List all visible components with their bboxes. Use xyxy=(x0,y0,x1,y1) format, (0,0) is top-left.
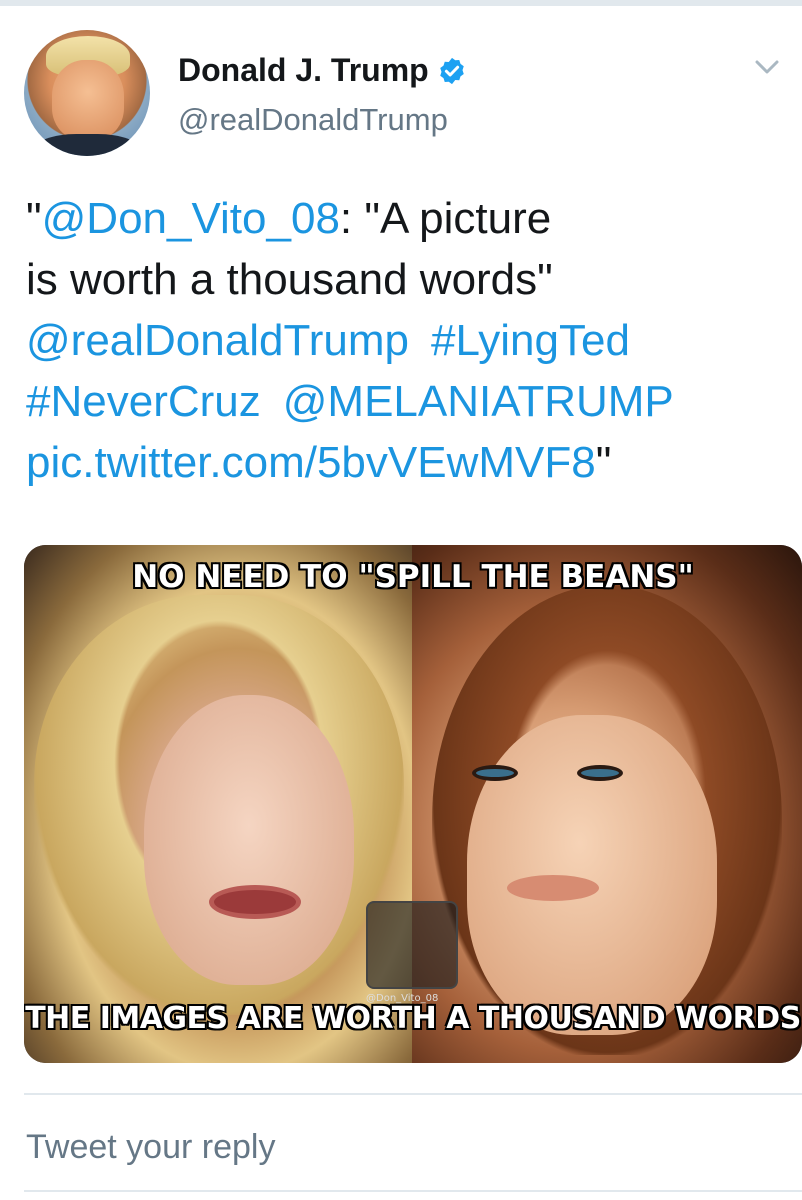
avatar[interactable] xyxy=(24,30,150,156)
tweet-line-1-text: : "A picture xyxy=(339,194,552,243)
hashtag-nevercruz[interactable]: #NeverCruz xyxy=(26,377,261,426)
right-photo xyxy=(412,545,802,1063)
meme-top-caption: NO NEED TO "SPILL THE BEANS" xyxy=(132,559,694,595)
reply-divider xyxy=(24,1093,802,1095)
author-name-row[interactable]: Donald J. Trump xyxy=(178,52,467,89)
tweet-line-3: @realDonaldTrump #LyingTed xyxy=(26,310,786,371)
open-quote: " xyxy=(26,194,42,243)
tweet-text: "@Don_Vito_08: "A picture is worth a tho… xyxy=(26,188,786,493)
mention-melania[interactable]: @MELANIATRUMP xyxy=(283,377,674,426)
hashtag-lyingted[interactable]: #LyingTed xyxy=(431,316,630,365)
chevron-down-icon[interactable] xyxy=(752,52,782,82)
author-display-name[interactable]: Donald J. Trump xyxy=(178,52,429,89)
tweet-media-image[interactable]: @Don_Vito_08 NO NEED TO "SPILL THE BEANS… xyxy=(24,545,802,1063)
top-divider xyxy=(0,0,802,6)
mention-realdonaldtrump[interactable]: @realDonaldTrump xyxy=(26,316,409,365)
pic-link[interactable]: pic.twitter.com/5bvVEwMVF8 xyxy=(26,438,596,487)
tweet-line-1: "@Don_Vito_08: "A picture xyxy=(26,188,786,249)
tweet-line-2: is worth a thousand words" xyxy=(26,255,553,304)
bottom-divider xyxy=(24,1190,802,1192)
mention-don-vito[interactable]: @Don_Vito_08 xyxy=(42,194,340,243)
author-handle[interactable]: @realDonaldTrump xyxy=(178,102,448,138)
left-photo xyxy=(24,545,412,1063)
tweet-line-4: #NeverCruz @MELANIATRUMP xyxy=(26,371,786,432)
watermark-logo xyxy=(366,901,458,989)
tweet-line-5: pic.twitter.com/5bvVEwMVF8" xyxy=(26,432,786,493)
meme-bottom-caption: THE IMAGES ARE WORTH A THOUSAND WORDS xyxy=(25,1001,801,1036)
close-quote: " xyxy=(595,438,612,487)
tweet-header: Donald J. Trump @realDonaldTrump xyxy=(24,30,802,160)
reply-input[interactable]: Tweet your reply xyxy=(26,1128,275,1167)
verified-badge-icon xyxy=(439,57,464,84)
